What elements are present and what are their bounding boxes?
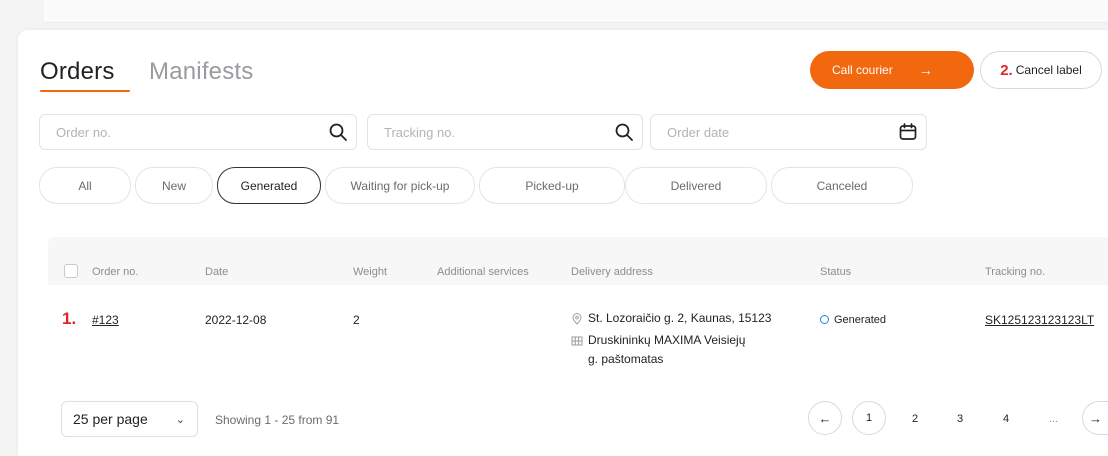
next-page-button[interactable]: → bbox=[1082, 401, 1108, 435]
tracking-no-field bbox=[367, 114, 643, 150]
prev-page-button[interactable]: ← bbox=[808, 401, 842, 435]
chip-delivered[interactable]: Delivered bbox=[625, 167, 767, 204]
order-no-link[interactable]: #123 bbox=[92, 313, 119, 327]
order-date-field bbox=[650, 114, 927, 150]
page-ellipsis: ... bbox=[1049, 413, 1059, 425]
terminal-line-1: Druskininkų MAXIMA Veisiejų bbox=[588, 333, 746, 347]
terminal-line-2: g. paštomatas bbox=[588, 352, 664, 366]
order-no-input[interactable] bbox=[54, 124, 288, 141]
chip-waiting-for-pick-up[interactable]: Waiting for pick-up bbox=[325, 167, 475, 204]
chevron-down-icon: ⌄ bbox=[175, 413, 185, 426]
parcel-locker-icon bbox=[571, 336, 583, 346]
active-tab-underline bbox=[40, 90, 130, 92]
status-badge: Generated bbox=[820, 314, 886, 326]
step-marker-2: 2. bbox=[1000, 61, 1013, 79]
column-weight[interactable]: Weight bbox=[353, 266, 387, 278]
column-date[interactable]: Date bbox=[205, 266, 228, 278]
arrow-right-icon: → bbox=[918, 62, 933, 78]
delivery-address: St. Lozoraičio g. 2, Kaunas, 15123 bbox=[571, 311, 771, 325]
status-text: Generated bbox=[834, 314, 886, 326]
column-status[interactable]: Status bbox=[820, 266, 851, 278]
page-2-button[interactable]: 2 bbox=[912, 413, 918, 425]
order-weight: 2 bbox=[353, 313, 360, 327]
step-marker-1: 1. bbox=[62, 309, 77, 328]
tab-manifests[interactable]: Manifests bbox=[149, 58, 254, 86]
select-all-checkbox[interactable] bbox=[64, 264, 78, 278]
location-pin-icon bbox=[572, 312, 582, 325]
arrow-left-icon: ← bbox=[818, 410, 832, 426]
page-3-button[interactable]: 3 bbox=[957, 413, 963, 425]
order-date-input[interactable] bbox=[665, 124, 899, 141]
order-date: 2022-12-08 bbox=[205, 313, 267, 327]
cancel-label-text: Cancel label bbox=[1015, 63, 1082, 77]
call-courier-button[interactable]: Call courier → bbox=[810, 51, 974, 89]
tracking-no-input[interactable] bbox=[382, 124, 616, 141]
tab-orders[interactable]: Orders bbox=[40, 58, 115, 86]
orders-panel: Orders Manifests Call courier → 2. Cance… bbox=[18, 30, 1108, 456]
search-icon[interactable] bbox=[328, 122, 348, 142]
column-order-no[interactable]: Order no. bbox=[92, 266, 138, 278]
arrow-right-icon: → bbox=[1089, 410, 1102, 426]
showing-count: Showing 1 - 25 from 91 bbox=[215, 413, 340, 427]
per-page-select[interactable]: 25 per page ⌄ bbox=[61, 401, 198, 437]
chip-generated[interactable]: Generated bbox=[217, 167, 321, 204]
page-4-button[interactable]: 4 bbox=[1003, 413, 1009, 425]
order-no-field bbox=[39, 114, 357, 150]
parcel-terminal: Druskininkų MAXIMA Veisiejų bbox=[571, 333, 745, 347]
chip-new[interactable]: New bbox=[135, 167, 213, 204]
address-line: St. Lozoraičio g. 2, Kaunas, 15123 bbox=[588, 311, 772, 325]
column-additional-services[interactable]: Additional services bbox=[437, 266, 529, 278]
calendar-icon[interactable] bbox=[898, 122, 918, 142]
call-courier-label: Call courier bbox=[832, 63, 893, 77]
cancel-label-button[interactable]: 2. Cancel label bbox=[980, 51, 1102, 89]
chip-picked-up[interactable]: Picked-up bbox=[479, 167, 625, 204]
status-circle-icon bbox=[820, 314, 829, 324]
column-delivery-address[interactable]: Delivery address bbox=[571, 266, 653, 278]
per-page-value: 25 per page bbox=[73, 411, 148, 427]
chip-canceled[interactable]: Canceled bbox=[771, 167, 913, 204]
tracking-no-link[interactable]: SK125123123123LT bbox=[985, 313, 1094, 327]
search-icon[interactable] bbox=[614, 122, 634, 142]
top-strip bbox=[44, 0, 1108, 23]
page-1-button[interactable]: 1 bbox=[852, 401, 886, 435]
chip-all[interactable]: All bbox=[39, 167, 131, 204]
column-tracking-no[interactable]: Tracking no. bbox=[985, 266, 1045, 278]
